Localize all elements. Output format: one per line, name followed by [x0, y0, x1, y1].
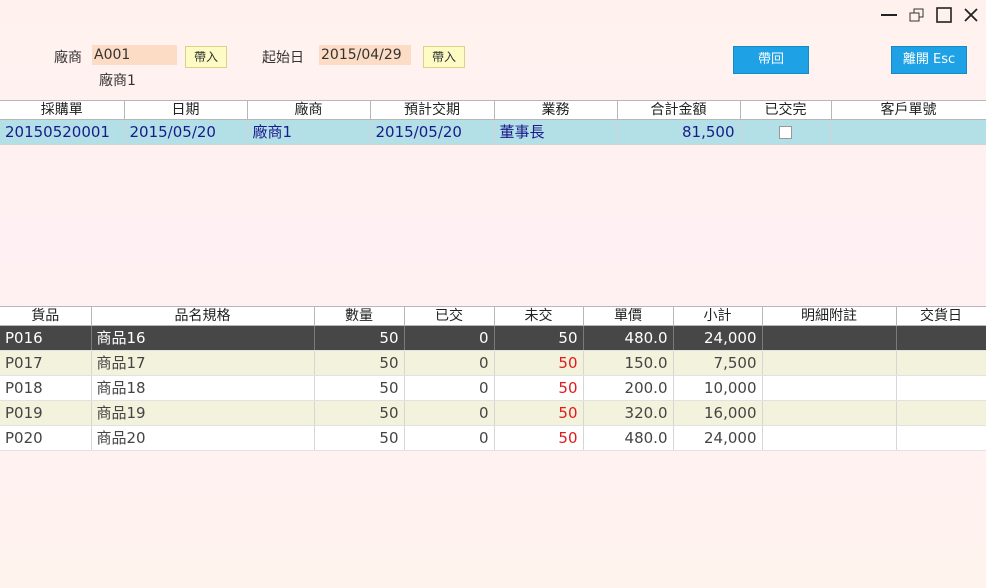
restore-icon[interactable]: [908, 6, 926, 24]
col-date[interactable]: 日期: [124, 100, 248, 120]
table-row[interactable]: P020 商品20 50 0 50 480.0 24,000: [0, 425, 986, 451]
item-pending: 50: [494, 375, 584, 401]
col-po[interactable]: 採購單: [0, 100, 125, 120]
item-subtotal: 7,500: [673, 350, 763, 376]
item-qty: 50: [314, 375, 405, 401]
item-price: 200.0: [583, 375, 674, 401]
detail-header-row: 貨品 品名規格 數量 已交 未交 單價 小計 明細附註 交貨日: [0, 306, 986, 326]
order-total: 81,500: [617, 119, 741, 145]
item-delivered: 0: [404, 325, 495, 351]
purchase-order-table: 採購單 日期 廠商 預計交期 業務 合計金額 已交完 客戶單號 20150520…: [0, 100, 986, 145]
order-done-cell: [740, 119, 832, 145]
item-delivery-date: [896, 375, 986, 401]
item-pending: 50: [494, 425, 584, 451]
table-row[interactable]: 20150520001 2015/05/20 廠商1 2015/05/20 董事…: [0, 119, 986, 145]
item-name: 商品19: [91, 400, 315, 426]
item-note: [762, 375, 897, 401]
item-price: 480.0: [583, 325, 674, 351]
item-note: [762, 425, 897, 451]
table-row[interactable]: P018 商品18 50 0 50 200.0 10,000: [0, 375, 986, 401]
done-checkbox[interactable]: [779, 126, 792, 139]
item-name: 商品18: [91, 375, 315, 401]
item-qty: 50: [314, 325, 405, 351]
item-qty: 50: [314, 400, 405, 426]
item-name: 商品16: [91, 325, 315, 351]
table-row[interactable]: P016 商品16 50 0 50 480.0 24,000: [0, 325, 986, 351]
table-row[interactable]: P017 商品17 50 0 50 150.0 7,500: [0, 350, 986, 376]
start-date-field[interactable]: 2015/04/29: [319, 45, 411, 65]
item-note: [762, 400, 897, 426]
item-delivery-date: [896, 425, 986, 451]
item-subtotal: 24,000: [673, 425, 763, 451]
col-item[interactable]: 貨品: [0, 306, 92, 326]
item-name: 商品17: [91, 350, 315, 376]
col-pending[interactable]: 未交: [494, 306, 584, 326]
item-code: P019: [0, 400, 92, 426]
item-delivered: 0: [404, 350, 495, 376]
col-due-date[interactable]: 預計交期: [370, 100, 495, 120]
item-delivered: 0: [404, 400, 495, 426]
exit-button[interactable]: 離開 Esc: [891, 46, 967, 74]
item-qty: 50: [314, 350, 405, 376]
item-subtotal: 10,000: [673, 375, 763, 401]
order-date: 2015/05/20: [124, 119, 248, 145]
maximize-icon[interactable]: [935, 6, 953, 24]
order-sales: 董事長: [494, 119, 618, 145]
item-delivered: 0: [404, 375, 495, 401]
item-qty: 50: [314, 425, 405, 451]
col-subtotal[interactable]: 小計: [673, 306, 763, 326]
item-price: 480.0: [583, 425, 674, 451]
col-delivered[interactable]: 已交: [404, 306, 495, 326]
col-total[interactable]: 合計金額: [617, 100, 741, 120]
col-delivery-date[interactable]: 交貨日: [896, 306, 986, 326]
col-unit-price[interactable]: 單價: [583, 306, 674, 326]
vendor-label: 廠商: [54, 50, 82, 66]
order-header-row: 採購單 日期 廠商 預計交期 業務 合計金額 已交完 客戶單號: [0, 100, 986, 120]
order-due-date: 2015/05/20: [370, 119, 495, 145]
col-note[interactable]: 明細附註: [762, 306, 897, 326]
start-date-label: 起始日: [262, 50, 304, 66]
col-done[interactable]: 已交完: [740, 100, 832, 120]
item-code: P020: [0, 425, 92, 451]
item-delivery-date: [896, 350, 986, 376]
item-pending: 50: [494, 400, 584, 426]
item-subtotal: 24,000: [673, 325, 763, 351]
col-vendor[interactable]: 廠商: [247, 100, 371, 120]
item-pending: 50: [494, 325, 584, 351]
vendor-name-text: 廠商1: [99, 73, 136, 89]
item-pending: 50: [494, 350, 584, 376]
item-subtotal: 16,000: [673, 400, 763, 426]
order-customer-no: [831, 119, 986, 145]
item-code: P017: [0, 350, 92, 376]
col-sales[interactable]: 業務: [494, 100, 618, 120]
item-delivered: 0: [404, 425, 495, 451]
close-icon[interactable]: [962, 6, 980, 24]
col-quantity[interactable]: 數量: [314, 306, 405, 326]
item-delivery-date: [896, 325, 986, 351]
col-item-name[interactable]: 品名規格: [91, 306, 315, 326]
po-number: 20150520001: [0, 119, 125, 145]
item-name: 商品20: [91, 425, 315, 451]
item-price: 320.0: [583, 400, 674, 426]
item-delivery-date: [896, 400, 986, 426]
item-code: P018: [0, 375, 92, 401]
start-date-import-button[interactable]: 帶入: [423, 46, 465, 68]
order-detail-table: 貨品 品名規格 數量 已交 未交 單價 小計 明細附註 交貨日 P016 商品1…: [0, 306, 986, 451]
table-row[interactable]: P019 商品19 50 0 50 320.0 16,000: [0, 400, 986, 426]
item-note: [762, 325, 897, 351]
bring-back-button[interactable]: 帶回: [733, 46, 809, 74]
vendor-import-button[interactable]: 帶入: [185, 46, 227, 68]
vendor-code-field[interactable]: A001: [92, 45, 177, 65]
col-customer-no[interactable]: 客戶單號: [831, 100, 986, 120]
item-price: 150.0: [583, 350, 674, 376]
item-code: P016: [0, 325, 92, 351]
item-note: [762, 350, 897, 376]
minimize-icon[interactable]: [880, 6, 898, 24]
order-vendor: 廠商1: [247, 119, 371, 145]
